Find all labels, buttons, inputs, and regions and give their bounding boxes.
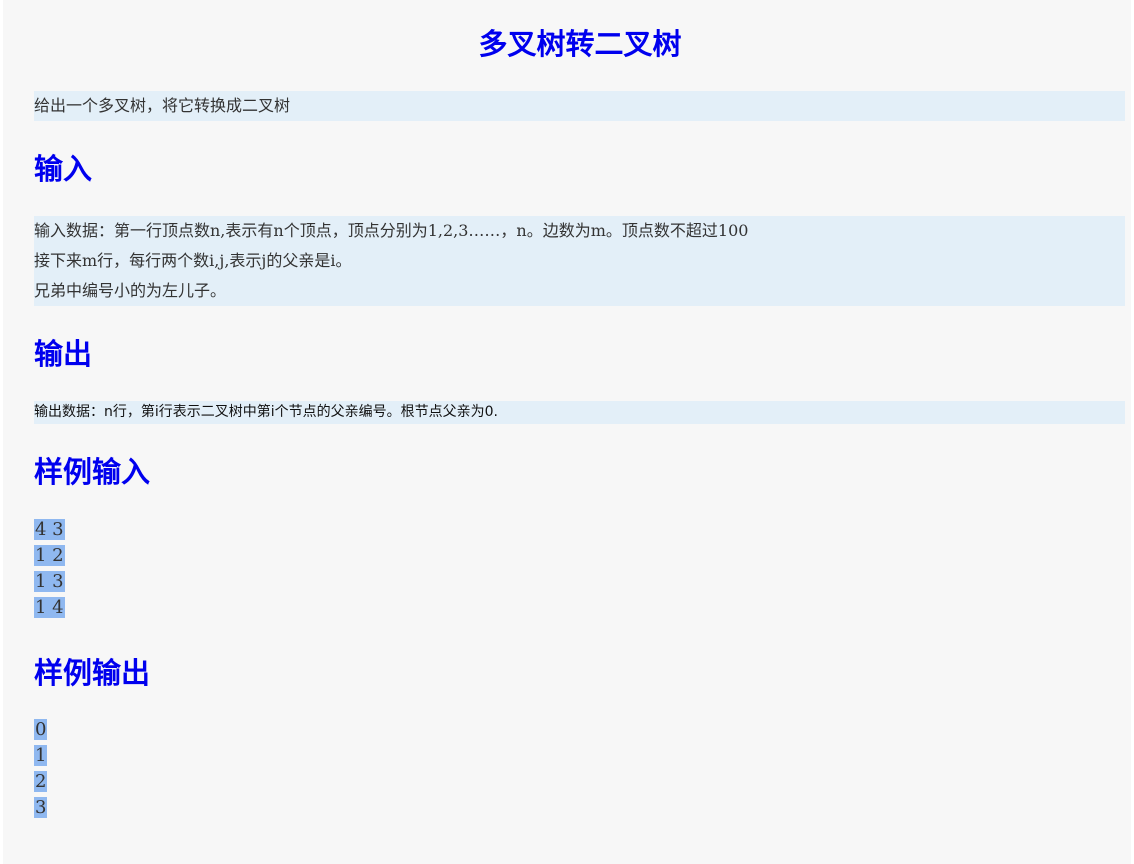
page-title: 多叉树转二叉树: [478, 27, 682, 61]
sample-input-block: 4 3 1 2 1 3 1 4: [34, 517, 65, 621]
sample-output-heading: 样例输出: [34, 656, 151, 690]
sample-output-line: 1: [34, 745, 48, 766]
sample-input-line: 1 4: [34, 597, 65, 618]
output-description: 输出数据：n行，第i行表示二叉树中第i个节点的父亲编号。根节点父亲为0.: [34, 401, 1125, 424]
input-line: 兄弟中编号小的为左儿子。: [34, 281, 227, 300]
sample-output-line: 0: [34, 719, 48, 740]
input-description: 输入数据：第一行顶点数n,表示有n个顶点，顶点分别为1,2,3……，n。边数为m…: [34, 216, 1125, 306]
sample-input-line: 1 3: [34, 571, 65, 592]
sample-output-line: 2: [34, 771, 48, 792]
sample-input-heading: 样例输入: [34, 455, 151, 489]
sample-output-block: 0 1 2 3: [34, 717, 48, 821]
description-text: 给出一个多叉树，将它转换成二叉树: [34, 96, 291, 115]
sample-output-line: 3: [34, 797, 48, 818]
output-text: 输出数据：n行，第i行表示二叉树中第i个节点的父亲编号。根节点父亲为0.: [34, 404, 499, 420]
input-heading: 输入: [34, 152, 93, 186]
problem-page: 多叉树转二叉树 给出一个多叉树，将它转换成二叉树 输入 输入数据：第一行顶点数n…: [3, 0, 1131, 864]
input-line: 接下来m行，每行两个数i,j,表示j的父亲是i。: [34, 251, 352, 270]
problem-description: 给出一个多叉树，将它转换成二叉树: [34, 91, 1125, 121]
input-line: 输入数据：第一行顶点数n,表示有n个顶点，顶点分别为1,2,3……，n。边数为m…: [34, 221, 749, 240]
sample-input-line: 4 3: [34, 519, 65, 540]
output-heading: 输出: [34, 337, 93, 371]
sample-input-line: 1 2: [34, 545, 65, 566]
